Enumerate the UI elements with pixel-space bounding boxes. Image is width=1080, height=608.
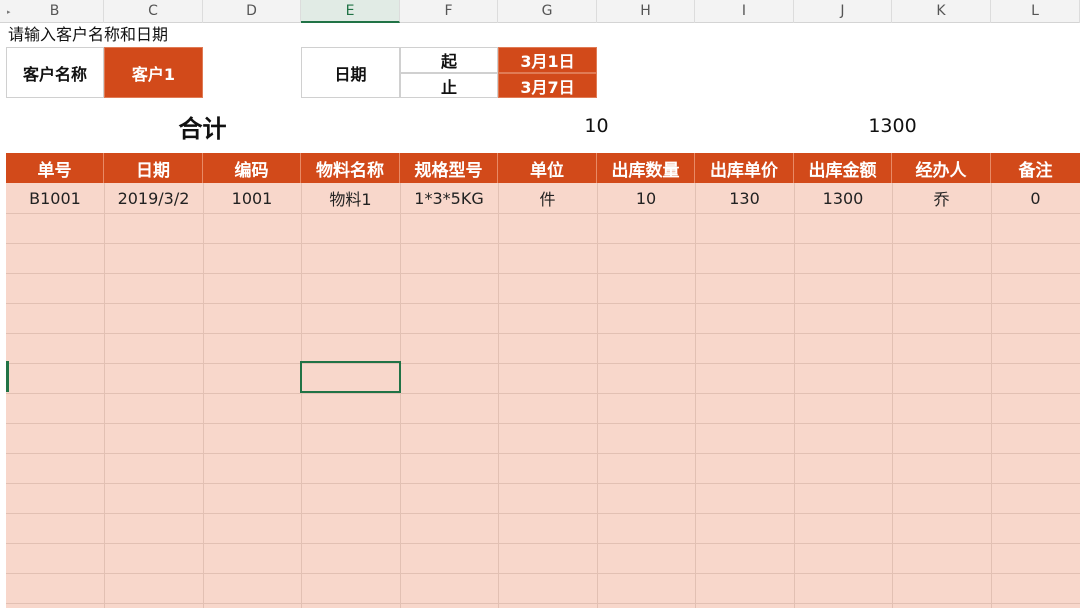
header-order-no[interactable]: 单号 — [6, 153, 104, 183]
column-header-l[interactable]: L — [991, 0, 1080, 23]
gridline — [6, 513, 1080, 514]
cell-handler[interactable]: 乔 — [892, 183, 991, 213]
column-header-j[interactable]: J — [794, 0, 892, 23]
gridline — [597, 183, 598, 608]
column-header-i[interactable]: I — [695, 0, 794, 23]
gridline — [6, 453, 1080, 454]
header-material-name[interactable]: 物料名称 — [301, 153, 400, 183]
cell-code[interactable]: 1001 — [203, 183, 301, 213]
cell-order-no[interactable]: B1001 — [6, 183, 104, 213]
column-header-bar: ▸ B C D E F G H I J K L — [0, 0, 1080, 23]
prompt-text: 请输入客户名称和日期 — [8, 25, 169, 44]
end-date-label: 止 — [400, 73, 498, 98]
totals-label: 合计 — [178, 114, 227, 143]
gridline — [6, 213, 1080, 214]
column-header-c[interactable]: C — [104, 0, 203, 23]
header-spec-model[interactable]: 规格型号 — [400, 153, 498, 183]
gridline — [6, 363, 1080, 364]
gridline — [6, 423, 1080, 424]
cell-out-unit-price[interactable]: 130 — [695, 183, 794, 213]
column-header-b[interactable]: B — [6, 0, 104, 23]
gridline — [6, 573, 1080, 574]
gridline — [6, 303, 1080, 304]
gridline — [498, 183, 499, 608]
gridline — [6, 483, 1080, 484]
cell-unit[interactable]: 件 — [498, 183, 597, 213]
date-label: 日期 — [301, 47, 400, 98]
sheet-grid[interactable]: 请输入客户名称和日期 客户名称 客户1 日期 起 止 3月1日 3月7日 合计 … — [6, 23, 1080, 608]
header-handler[interactable]: 经办人 — [892, 153, 991, 183]
gridline — [991, 183, 992, 608]
cell-out-quantity[interactable]: 10 — [597, 183, 695, 213]
cell-material-name[interactable]: 物料1 — [301, 183, 400, 213]
header-out-quantity[interactable]: 出库数量 — [597, 153, 695, 183]
gridline — [6, 543, 1080, 544]
table-body[interactable]: B1001 2019/3/2 1001 物料1 1*3*5KG 件 10 130… — [6, 183, 1080, 608]
column-header-g[interactable]: G — [498, 0, 597, 23]
header-remarks[interactable]: 备注 — [991, 153, 1080, 183]
header-out-unit-price[interactable]: 出库单价 — [695, 153, 794, 183]
cell-remarks[interactable]: 0 — [991, 183, 1080, 213]
customer-name-value[interactable]: 客户1 — [104, 47, 203, 98]
gridline — [6, 393, 1080, 394]
column-header-k[interactable]: K — [892, 0, 991, 23]
selected-cell[interactable] — [300, 361, 401, 393]
gridline — [892, 183, 893, 608]
gridline — [301, 183, 302, 608]
gridline — [6, 333, 1080, 334]
cell-spec-model[interactable]: 1*3*5KG — [400, 183, 498, 213]
gridline — [794, 183, 795, 608]
gridline — [400, 183, 401, 608]
gridline — [6, 603, 1080, 604]
gridline — [104, 183, 105, 608]
gridline — [695, 183, 696, 608]
start-date-value[interactable]: 3月1日 — [498, 47, 597, 73]
header-date[interactable]: 日期 — [104, 153, 203, 183]
column-header-e[interactable]: E — [301, 0, 400, 23]
gridline — [203, 183, 204, 608]
gridline — [6, 273, 1080, 274]
column-header-f[interactable]: F — [400, 0, 498, 23]
header-code[interactable]: 编码 — [203, 153, 301, 183]
total-quantity: 10 — [584, 115, 609, 137]
total-amount: 1300 — [868, 115, 917, 137]
cell-out-amount[interactable]: 1300 — [794, 183, 892, 213]
column-header-h[interactable]: H — [597, 0, 695, 23]
gridline — [6, 243, 1080, 244]
start-date-label: 起 — [400, 47, 498, 73]
active-row-marker — [6, 361, 9, 392]
customer-name-label: 客户名称 — [6, 47, 104, 98]
header-unit[interactable]: 单位 — [498, 153, 597, 183]
cell-date[interactable]: 2019/3/2 — [104, 183, 203, 213]
header-out-amount[interactable]: 出库金额 — [794, 153, 892, 183]
table-header-row: 单号 日期 编码 物料名称 规格型号 单位 出库数量 出库单价 出库金额 经办人… — [6, 153, 1080, 183]
end-date-value[interactable]: 3月7日 — [498, 73, 597, 98]
column-header-d[interactable]: D — [203, 0, 301, 23]
